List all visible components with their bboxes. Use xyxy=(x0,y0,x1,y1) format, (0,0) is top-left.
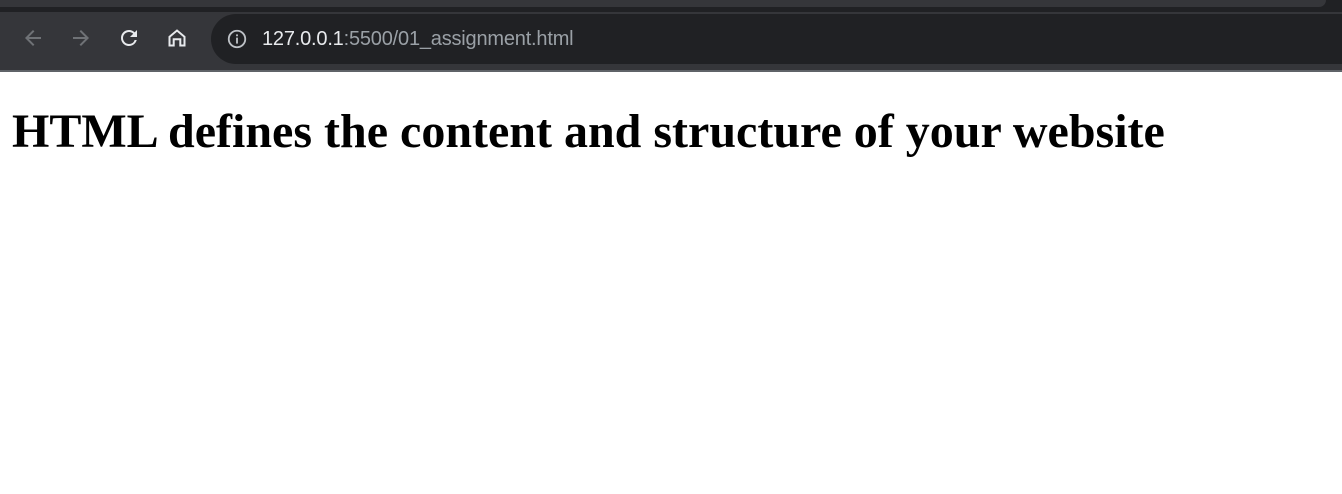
reload-icon xyxy=(121,30,137,46)
reload-button[interactable] xyxy=(113,22,145,54)
back-button[interactable] xyxy=(17,22,49,54)
page-content: HTML defines the content and structure o… xyxy=(0,72,1342,494)
url-host: 127.0.0.1 xyxy=(262,28,344,50)
address-bar[interactable]: 127.0.0.1:5500/01_assignment.html xyxy=(211,14,1342,64)
arrow-right-icon xyxy=(73,30,89,46)
home-button[interactable] xyxy=(161,22,193,54)
browser-toolbar: 127.0.0.1:5500/01_assignment.html xyxy=(0,0,1342,72)
page-heading: HTML defines the content and structure o… xyxy=(12,105,1165,158)
home-icon xyxy=(168,29,186,47)
tab-strip xyxy=(0,0,1342,12)
arrow-left-icon xyxy=(25,30,41,46)
active-tab-edge xyxy=(0,0,1326,7)
forward-button[interactable] xyxy=(65,22,97,54)
url-path: :5500/01_assignment.html xyxy=(343,28,574,50)
info-icon[interactable] xyxy=(226,28,248,50)
address-bar-url[interactable]: 127.0.0.1:5500/01_assignment.html xyxy=(262,27,574,51)
